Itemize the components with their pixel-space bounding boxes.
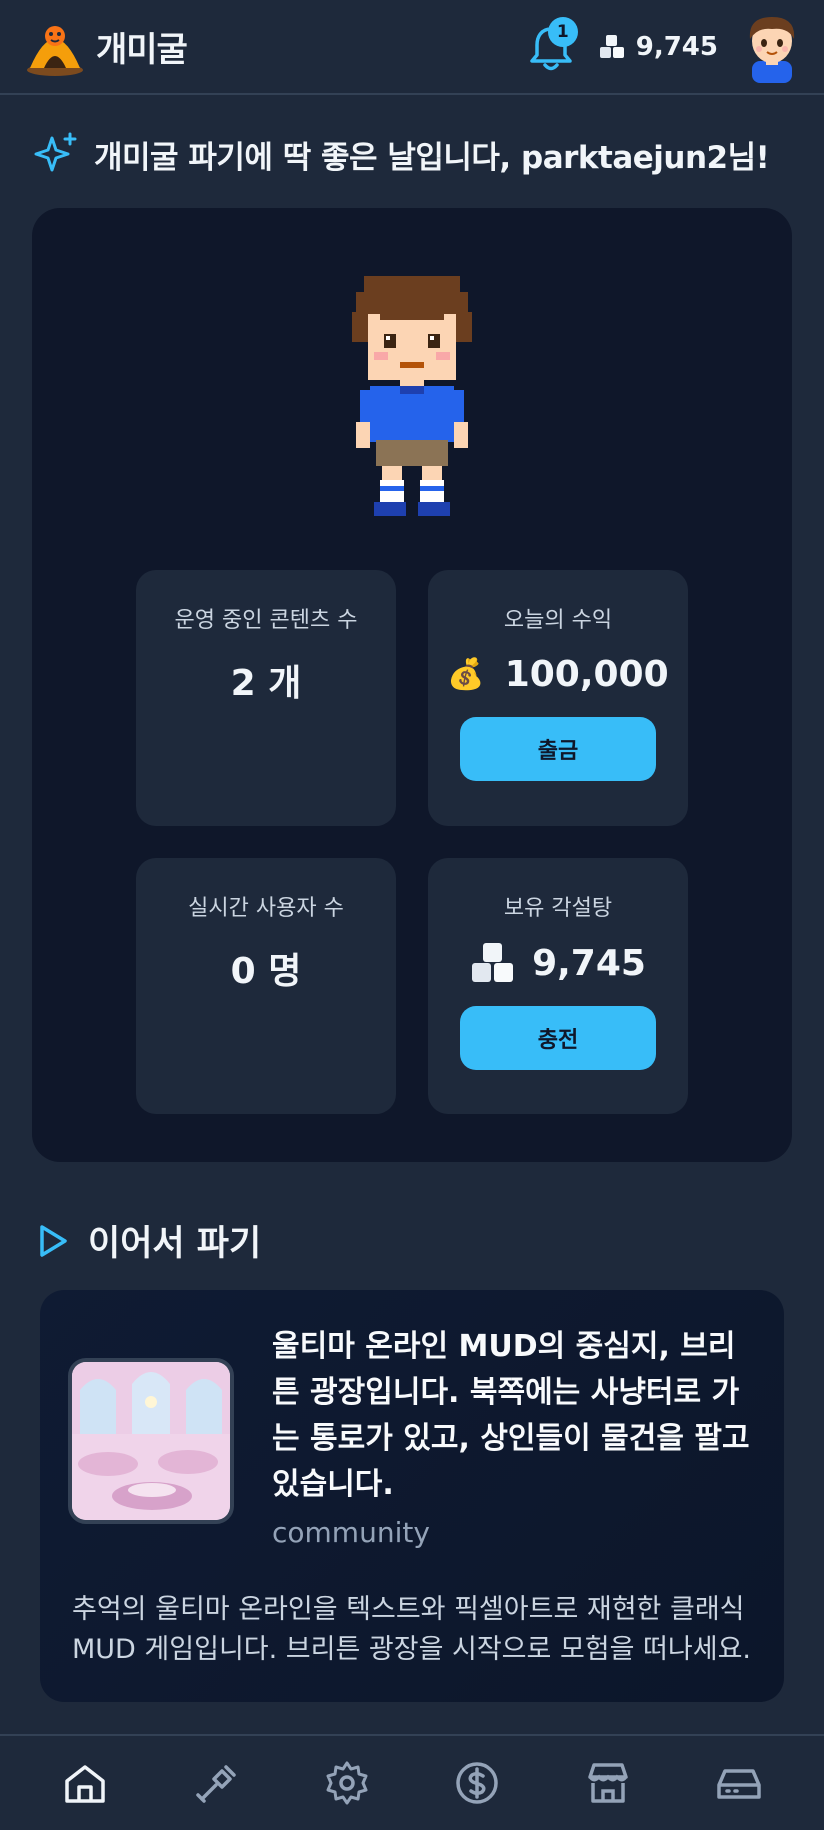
withdraw-button[interactable]: 출금 (460, 717, 656, 781)
dashboard-card: 운영 중인 콘텐츠 수 2 개 오늘의 수익 💰 100,000 출금 실시간 … (32, 208, 792, 1162)
stat-card-sugar: 보유 각설탕 9,745 충전 (428, 858, 688, 1114)
stat-label: 실시간 사용자 수 (188, 896, 344, 921)
content-category: community (272, 1516, 430, 1549)
stat-label: 운영 중인 콘텐츠 수 (174, 608, 358, 633)
avatar[interactable] (740, 11, 804, 83)
nav-dig[interactable] (186, 1753, 246, 1813)
bottom-navigation (0, 1734, 824, 1830)
money-bag-icon: 💰 (447, 657, 485, 692)
content-card[interactable]: 울티마 온라인 MUD의 중심지, 브리튼 광장입니다. 북쪽에는 사냥터로 가… (40, 1290, 784, 1702)
section-title: 이어서 파기 (88, 1224, 262, 1264)
app-title: 개미굴 (96, 30, 188, 70)
content-description: 추억의 울티마 온라인을 텍스트와 픽셀아트로 재현한 클래식 MUD 게임입니… (72, 1594, 751, 1665)
greeting-text: 개미굴 파기에 딱 좋은 날입니다, parktaejun2님! (94, 139, 770, 176)
sugar-cube-icon (472, 943, 514, 982)
sugar-count: 9,745 (635, 31, 718, 62)
continue-section-header: 이어서 파기 (38, 1215, 261, 1266)
shovel-icon (196, 1765, 236, 1803)
stat-value: 0 명 (230, 951, 302, 992)
sugar-balance[interactable]: 9,745 (598, 32, 718, 62)
ant-logo-icon[interactable] (24, 16, 86, 78)
top-header: 개미굴 1 9,745 (0, 0, 824, 95)
gear-icon (326, 1761, 368, 1805)
stat-card-users: 실시간 사용자 수 0 명 (136, 858, 396, 1114)
stat-value: 9,745 (532, 942, 646, 984)
sugar-value-row: 9,745 (470, 942, 646, 984)
store-icon (588, 1763, 628, 1803)
notification-button[interactable]: 1 (526, 16, 578, 75)
header-actions: 1 9,745 (526, 11, 804, 83)
pixel-character-image (352, 276, 472, 516)
home-icon (65, 1765, 106, 1803)
thumbnail-image (72, 1362, 230, 1520)
stat-value: 100,000 (504, 654, 669, 695)
sparkle-icon (34, 132, 77, 172)
nav-earnings[interactable] (447, 1753, 507, 1813)
drive-icon (716, 1769, 761, 1799)
content-title: 울티마 온라인 MUD의 중심지, 브리튼 광장입니다. 북쪽에는 사냥터로 가… (272, 1329, 750, 1502)
dollar-icon (456, 1762, 499, 1804)
earnings-value-row: 💰 100,000 (447, 654, 668, 695)
nav-storage[interactable] (709, 1753, 769, 1813)
greeting: 개미굴 파기에 딱 좋은 날입니다, parktaejun2님! (32, 130, 770, 178)
stat-card-earnings: 오늘의 수익 💰 100,000 출금 (428, 570, 688, 826)
content-thumbnail (68, 1358, 234, 1524)
nav-store[interactable] (578, 1753, 638, 1813)
stat-value: 2 개 (230, 663, 302, 704)
play-icon (40, 1224, 67, 1257)
stat-card-contents: 운영 중인 콘텐츠 수 2 개 (136, 570, 396, 826)
stat-label: 보유 각설탕 (503, 896, 613, 921)
charge-button[interactable]: 충전 (460, 1006, 656, 1070)
sugar-cube-icon (599, 34, 624, 58)
notification-badge: 1 (547, 16, 578, 47)
nav-home[interactable] (55, 1753, 115, 1813)
stat-label: 오늘의 수익 (503, 608, 613, 633)
nav-settings[interactable] (317, 1753, 377, 1813)
